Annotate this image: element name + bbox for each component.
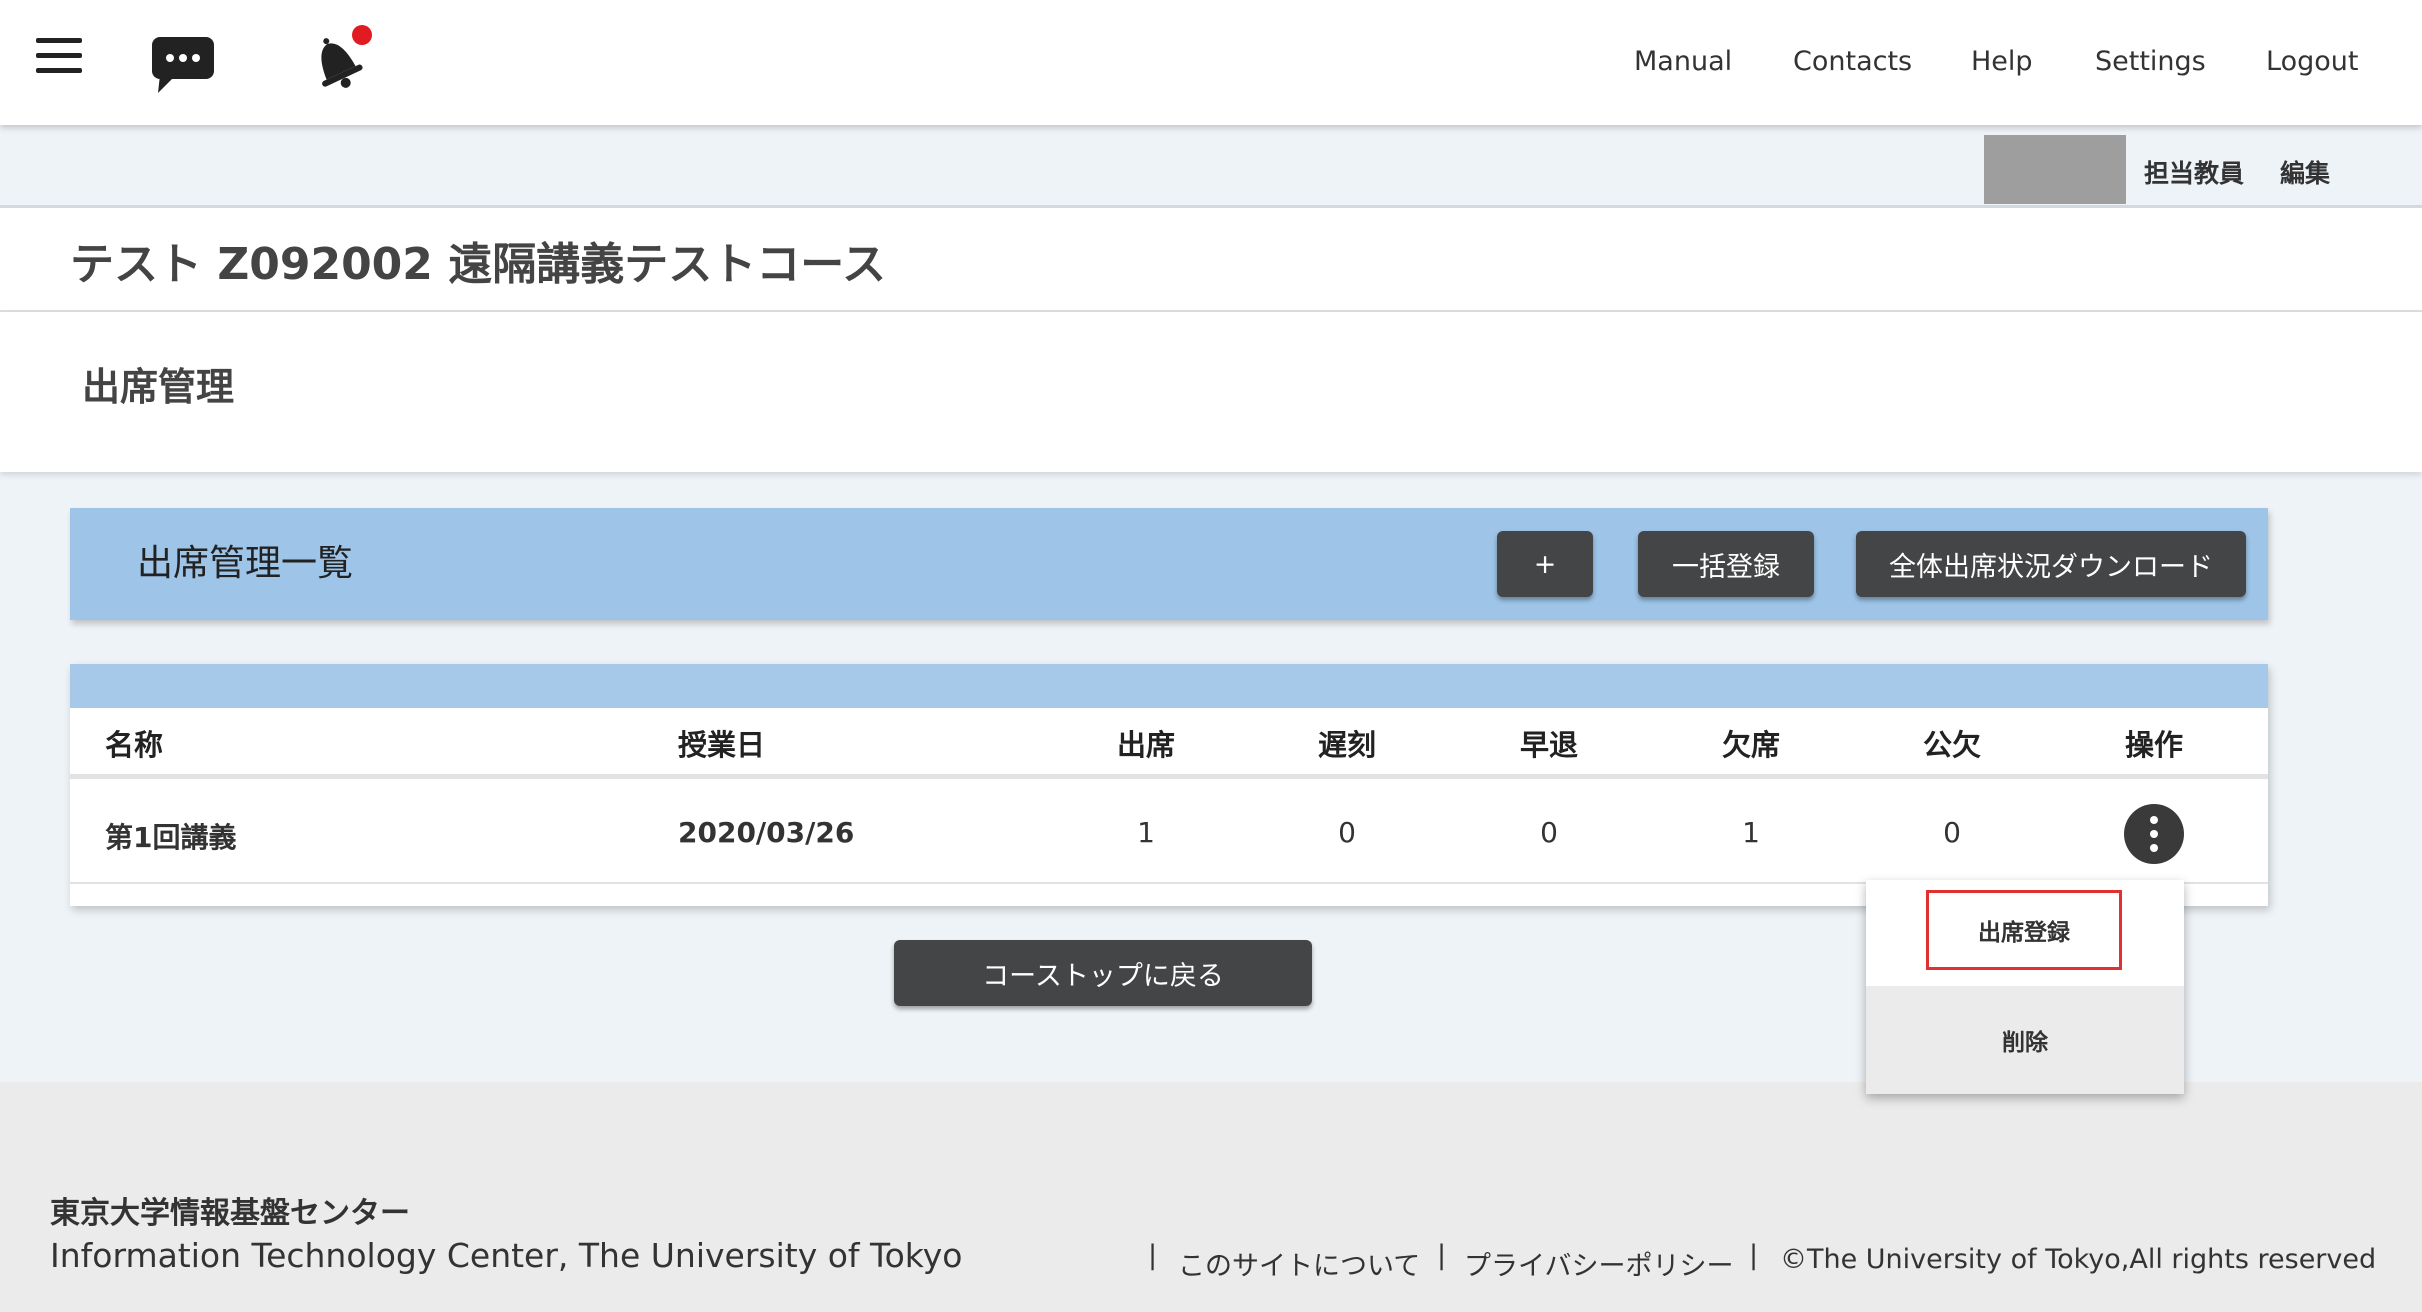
- menu-item-delete[interactable]: 削除: [1866, 986, 2184, 1094]
- nav-settings-link[interactable]: Settings: [2095, 46, 2206, 77]
- column-header-name: 名称: [105, 728, 164, 762]
- row-actions-kebab-icon[interactable]: [2124, 804, 2184, 864]
- bulk-register-button[interactable]: 一括登録: [1638, 531, 1814, 597]
- back-to-course-top-button[interactable]: コーストップに戻る: [894, 940, 1312, 1006]
- gray-placeholder-box: [1984, 135, 2126, 204]
- list-panel-title: 出席管理一覧: [137, 543, 354, 584]
- column-header-late: 遅刻: [1317, 728, 1377, 762]
- footer-org-english: Information Technology Center, The Unive…: [50, 1236, 963, 1275]
- add-button[interactable]: +: [1497, 531, 1593, 597]
- row-late-cell: 0: [1338, 816, 1356, 849]
- table-header-divider: [70, 774, 2268, 779]
- download-all-attendance-button[interactable]: 全体出席状況ダウンロード: [1856, 531, 2246, 597]
- footer-about-link[interactable]: このサイトについて: [1178, 1244, 1420, 1283]
- top-header: Manual Contacts Help Settings Logout: [0, 0, 2422, 125]
- nav-help-link[interactable]: Help: [1971, 46, 2033, 77]
- row-name-cell[interactable]: 第1回講義: [105, 816, 236, 856]
- row-excused-cell: 0: [1943, 816, 1961, 849]
- hamburger-menu-icon[interactable]: [36, 38, 82, 74]
- row-date-cell: 2020/03/26: [678, 816, 855, 849]
- footer-separator: |: [1148, 1240, 1158, 1271]
- nav-contacts-link[interactable]: Contacts: [1793, 46, 1912, 77]
- footer-org-japanese: 東京大学情報基盤センター: [50, 1196, 410, 1231]
- teacher-link[interactable]: 担当教員: [2144, 154, 2244, 190]
- column-header-absent: 欠席: [1721, 728, 1781, 762]
- footer-separator: |: [1749, 1240, 1759, 1271]
- page-title: 出席管理: [82, 365, 235, 409]
- column-header-early-leave: 早退: [1519, 728, 1579, 762]
- row-absent-cell: 1: [1742, 816, 1760, 849]
- footer-separator: |: [1437, 1240, 1447, 1271]
- edit-link[interactable]: 編集: [2280, 154, 2330, 190]
- row-present-cell: 1: [1137, 816, 1155, 849]
- column-header-date: 授業日: [678, 728, 766, 762]
- notification-bell-icon[interactable]: [296, 22, 376, 97]
- page-title-section: [0, 312, 2422, 472]
- nav-manual-link[interactable]: Manual: [1634, 46, 1732, 77]
- course-title: テスト Z092002 遠隔講義テストコース: [70, 239, 887, 290]
- column-header-actions: 操作: [2124, 728, 2184, 762]
- nav-logout-link[interactable]: Logout: [2266, 46, 2358, 77]
- column-header-excused: 公欠: [1922, 728, 1982, 762]
- row-early-leave-cell: 0: [1540, 816, 1558, 849]
- menu-item-attendance-register[interactable]: 出席登録: [1926, 890, 2122, 970]
- footer-copyright: ©The University of Tokyo,All rights rese…: [1780, 1244, 2377, 1275]
- footer-privacy-link[interactable]: プライバシーポリシー: [1464, 1244, 1733, 1283]
- table-top-bar: [70, 664, 2268, 708]
- column-header-present: 出席: [1116, 728, 1176, 762]
- chat-bubble-icon[interactable]: [150, 35, 216, 95]
